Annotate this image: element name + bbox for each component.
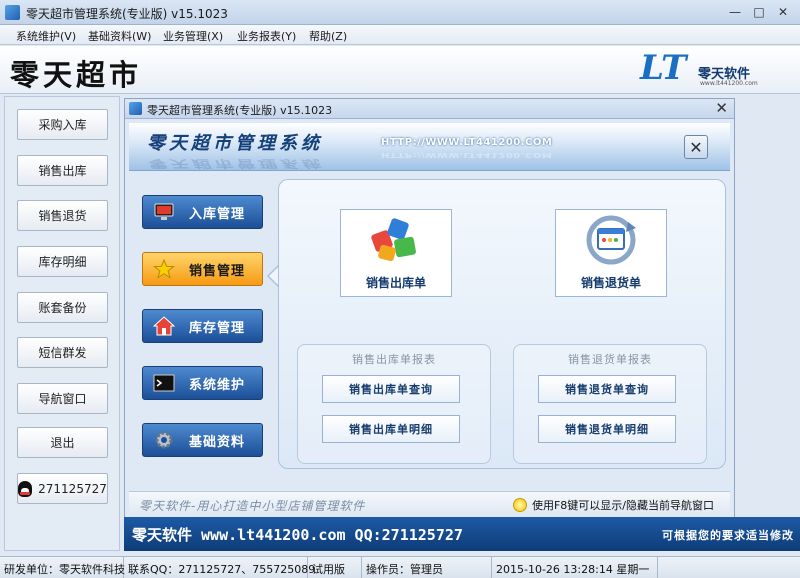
window-title: 零天超市管理系统(专业版) v15.1023 (26, 7, 228, 21)
menu-reports[interactable]: 业务报表(Y) (237, 28, 296, 44)
menu-business[interactable]: 业务管理(X) (163, 28, 223, 44)
home-icon (153, 316, 175, 336)
brand-title: 零天超市 (10, 58, 143, 92)
nav-label: 销售管理 (189, 263, 246, 279)
company-logo: LT 零天软件 www.lt441200.com (640, 48, 770, 92)
nav-window-close-icon[interactable]: ✕ (715, 99, 728, 117)
logo-url: www.lt441200.com (700, 80, 758, 87)
menu-bar: 系统维护(V) 基础资料(W) 业务管理(X) 业务报表(Y) 帮助(Z) (0, 25, 800, 45)
sidebar-exit[interactable]: 退出 (17, 427, 108, 458)
blocks-icon (371, 218, 416, 262)
menu-help[interactable]: 帮助(Z) (309, 28, 347, 44)
nav-label: 入库管理 (189, 206, 246, 222)
status-qq: 联系QQ：271125727、755725089 (124, 557, 315, 578)
f8-hint-text: 使用F8键可以显示/隐藏当前导航窗口 (531, 499, 714, 512)
terminal-icon (153, 373, 175, 393)
status-datetime: 2015-10-26 13:28:14 星期一 (492, 557, 658, 578)
sales-return-report-group: 销售退货单报表 销售退货单查询 销售退货单明细 (513, 344, 707, 464)
status-developer: 研发单位：零天软件科技 (0, 557, 125, 578)
menu-system[interactable]: 系统维护(V) (16, 28, 76, 44)
sales-out-order-button[interactable]: 销售出库单 (340, 209, 452, 297)
sidebar-purchase-in[interactable]: 采购入库 (17, 109, 108, 140)
window-titlebar: 零天超市管理系统(专业版) v15.1023 — □ ✕ (0, 0, 800, 25)
sales-out-report-title: 销售出库单报表 (352, 353, 436, 366)
status-operator: 操作员：管理员 (362, 557, 492, 578)
sidebar-nav-window[interactable]: 导航窗口 (17, 383, 108, 414)
app-icon (5, 5, 20, 20)
nav-basic-data[interactable]: 基础资料 (142, 423, 263, 457)
slogan-text: 零天软件-用心打造中小型店铺管理软件 (139, 499, 366, 513)
monitor-icon (153, 202, 175, 222)
banner: 零天超市 LT 零天软件 www.lt441200.com (0, 46, 800, 94)
sidebar-sales-return[interactable]: 销售退货 (17, 200, 108, 231)
qq-icon (18, 480, 33, 497)
nav-label: 基础资料 (189, 434, 246, 450)
contact-text: 零天软件 www.lt441200.com QQ:271125727 (132, 526, 463, 544)
nav-inventory[interactable]: 库存管理 (142, 309, 263, 343)
refresh-window-icon (586, 215, 636, 265)
website-url: HTTP://WWW.LT441200.COM (381, 137, 553, 148)
sales-return-report-title: 销售退货单报表 (568, 353, 652, 366)
status-bar: 研发单位：零天软件科技 联系QQ：271125727、755725089 试用版… (0, 556, 800, 578)
f8-hint: 使用F8键可以显示/隐藏当前导航窗口 (512, 497, 714, 513)
minimize-button[interactable]: — (724, 3, 746, 21)
slogan-bar: 零天软件-用心打造中小型店铺管理软件 使用F8键可以显示/隐藏当前导航窗口 (129, 491, 730, 515)
maximize-button[interactable]: □ (748, 3, 770, 21)
lightbulb-icon (512, 498, 527, 512)
sales-out-detail-button[interactable]: 销售出库单明细 (322, 415, 460, 443)
nav-label: 系统维护 (189, 377, 246, 393)
sales-return-query-button[interactable]: 销售退货单查询 (538, 375, 676, 403)
nav-window-titlebar: 零天超市管理系统(专业版) v15.1023 ✕ (125, 99, 734, 119)
header-close-button[interactable]: ✕ (684, 135, 708, 159)
nav-window: 零天超市管理系统(专业版) v15.1023 ✕ 零天超市管理系统 零天超市管理… (124, 98, 735, 551)
sidebar-stock-detail[interactable]: 库存明细 (17, 246, 108, 277)
nav-system[interactable]: 系统维护 (142, 366, 263, 400)
status-empty (658, 557, 800, 578)
menu-basic-data[interactable]: 基础资料(W) (88, 28, 151, 44)
sidebar-sms[interactable]: 短信群发 (17, 337, 108, 368)
close-button[interactable]: ✕ (772, 3, 794, 21)
sales-out-query-button[interactable]: 销售出库单查询 (322, 375, 460, 403)
nav-header: 零天超市管理系统 零天超市管理系统 HTTP://WWW.LT441200.CO… (129, 123, 730, 171)
star-icon (153, 259, 175, 279)
gear-icon (153, 430, 175, 450)
logo-mark: LT (640, 48, 687, 88)
sales-out-order-label: 销售出库单 (365, 276, 426, 290)
system-title: 零天超市管理系统 (147, 133, 323, 154)
content-panel: 销售出库单 销售退货单 销售出库单报表 销售出库单查询 销售出库单明细 销售退货… (278, 179, 726, 469)
contact-band: 零天软件 www.lt441200.com QQ:271125727 可根据您的… (124, 517, 800, 551)
contact-tail: 可根据您的要求适当修改 (662, 529, 794, 542)
sales-return-order-label: 销售退货单 (580, 276, 641, 290)
nav-window-title: 零天超市管理系统(专业版) v15.1023 (147, 104, 333, 117)
sales-out-report-group: 销售出库单报表 销售出库单查询 销售出库单明细 (297, 344, 491, 464)
nav-inbound[interactable]: 入库管理 (142, 195, 263, 229)
website-url-reflection: HTTP://WWW.LT441200.COM (381, 150, 553, 159)
sidebar: 采购入库 销售出库 销售退货 库存明细 账套备份 短信群发 导航窗口 退出 27… (4, 96, 120, 551)
sidebar-backup[interactable]: 账套备份 (17, 292, 108, 323)
app-icon (129, 102, 142, 115)
sales-return-detail-button[interactable]: 销售退货单明细 (538, 415, 676, 443)
sales-return-order-button[interactable]: 销售退货单 (555, 209, 667, 297)
sidebar-sales-out[interactable]: 销售出库 (17, 155, 108, 186)
system-title-reflection: 零天超市管理系统 (147, 156, 323, 170)
nav-label: 库存管理 (189, 320, 246, 336)
qq-button[interactable]: 271125727 (17, 473, 108, 504)
qq-number: 271125727 (38, 481, 107, 496)
nav-sales[interactable]: 销售管理 (142, 252, 263, 286)
status-edition: 试用版 (308, 557, 362, 578)
